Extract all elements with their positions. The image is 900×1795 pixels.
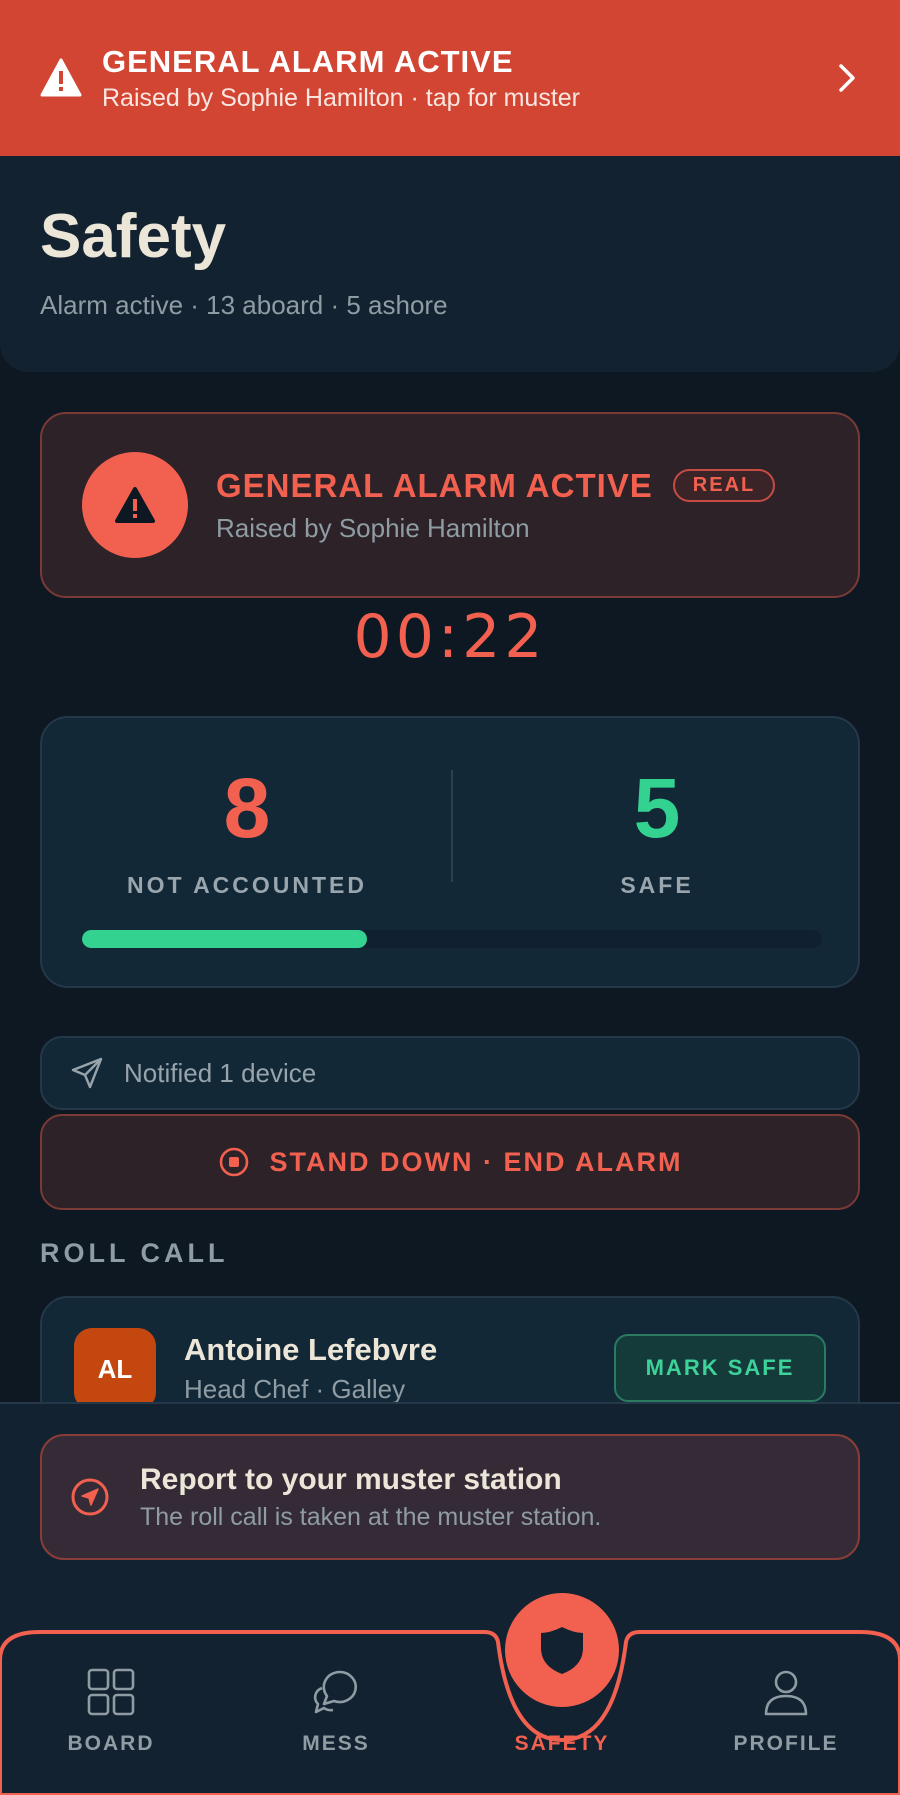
alarm-banner-subtitle: Raised by Sophie Hamilton · tap for must… [102,83,580,112]
muster-title: Report to your muster station [140,1462,562,1496]
safe-stat: 5 SAFE [452,766,862,899]
alarm-status-card: GENERAL ALARM ACTIVE REAL Raised by Soph… [40,412,860,598]
not-accounted-count: 8 [223,761,271,855]
safe-progress-bar [82,930,822,948]
roll-call-heading: ROLL CALL [40,1238,229,1268]
accountability-card: 8 NOT ACCOUNTED 5 SAFE [40,716,860,988]
safety-fab[interactable] [505,1593,619,1707]
tab-mess-label: MESS [302,1732,370,1755]
safe-count: 5 [633,761,681,855]
grid-icon [87,1668,135,1716]
tab-safety-label: SAFETY [514,1732,610,1755]
tab-profile[interactable]: PROFILE [711,1666,861,1756]
warning-icon [115,487,155,523]
roll-call-list[interactable]: AL Antoine Lefebvre Head Chef · Galley M… [0,1296,900,1402]
alarm-status-title: GENERAL ALARM ACTIVE [216,466,653,504]
chat-bubbles-icon [313,1670,357,1714]
alarm-raised-by: Raised by Sophie Hamilton [216,512,530,543]
crew-info: Antoine Lefebvre Head Chef · Galley [184,1328,614,1402]
navigation-icon [71,1478,109,1516]
real-badge: REAL [672,469,776,502]
alarm-status-text: GENERAL ALARM ACTIVE REAL Raised by Soph… [216,466,776,544]
notified-text: Notified 1 device [124,1057,317,1088]
page-header: Safety Alarm active · 13 aboard · 5 asho… [0,156,900,372]
not-accounted-stat: 8 NOT ACCOUNTED [42,766,452,899]
alarm-icon-circle [82,452,188,558]
alarm-timer: 00:22 [353,602,547,672]
shield-icon [541,1627,583,1674]
tab-profile-label: PROFILE [733,1732,839,1755]
notified-devices-row: Notified 1 device [40,1036,860,1110]
alarm-banner-text: GENERAL ALARM ACTIVE Raised by Sophie Ha… [102,44,834,113]
muster-text: Report to your muster station The roll c… [140,1463,601,1532]
tab-board[interactable]: BOARD [36,1666,186,1756]
not-accounted-label: NOT ACCOUNTED [126,872,368,898]
stand-down-button[interactable]: STAND DOWN · END ALARM [40,1114,860,1210]
bottom-tab-bar: BOARD MESS SAFETY PROFILE [0,1590,900,1795]
chevron-right-icon [839,64,855,92]
crew-role: Head Chef · Galley [184,1374,406,1402]
tab-mess[interactable]: MESS [261,1666,411,1756]
send-icon [71,1057,103,1089]
muster-subtitle: The roll call is taken at the muster sta… [140,1502,602,1531]
muster-station-card[interactable]: Report to your muster station The roll c… [40,1434,860,1560]
mark-safe-button[interactable]: MARK SAFE [614,1334,826,1402]
alarm-banner-title: GENERAL ALARM ACTIVE [102,43,514,79]
roll-call-row: AL Antoine Lefebvre Head Chef · Galley M… [40,1296,860,1402]
tab-board-label: BOARD [67,1732,155,1755]
page-subtitle: Alarm active · 13 aboard · 5 ashore [40,290,448,320]
safe-label: SAFE [620,872,694,898]
alarm-banner[interactable]: GENERAL ALARM ACTIVE Raised by Sophie Ha… [0,0,900,156]
user-icon [764,1670,808,1716]
page-title: Safety [40,202,227,271]
crew-name: Antoine Lefebvre [184,1332,438,1367]
safe-progress-fill [82,930,367,948]
warning-icon [40,58,82,97]
stop-circle-icon [219,1147,248,1177]
stand-down-label: STAND DOWN · END ALARM [269,1146,683,1177]
avatar: AL [74,1328,156,1402]
